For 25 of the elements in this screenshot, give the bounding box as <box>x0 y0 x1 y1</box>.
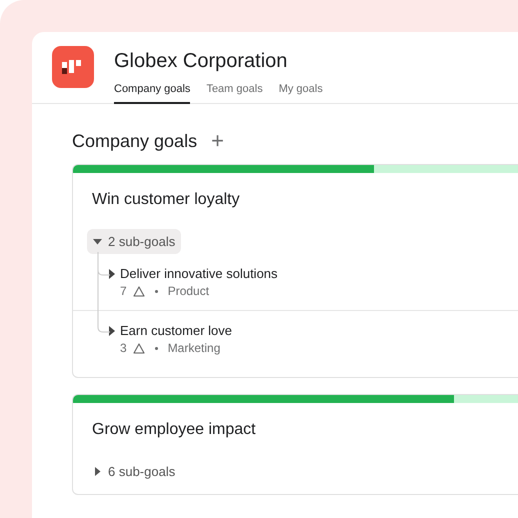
organization-name: Globex Corporation <box>114 50 288 73</box>
goal-title: Win customer loyalty <box>92 191 241 209</box>
tab[interactable]: Company goals <box>114 83 190 104</box>
section-title: Company goals <box>72 130 198 152</box>
subgoal-title[interactable]: Earn customer love <box>120 323 232 338</box>
tab[interactable]: My goals <box>278 83 323 104</box>
count: 7 <box>120 284 127 298</box>
caret-icon <box>93 237 102 246</box>
subgoal-title[interactable]: Deliver innovative solutions <box>120 266 278 281</box>
triangle-icon <box>132 286 145 296</box>
team-name: Product <box>168 284 210 298</box>
add-button[interactable]: + <box>211 130 224 152</box>
tab[interactable]: Team goals <box>206 83 263 104</box>
logo-icon <box>52 46 94 88</box>
subgoals-toggle[interactable]: 2 sub-goals <box>87 229 182 254</box>
bullet-icon <box>154 346 158 350</box>
count: 3 <box>120 341 127 355</box>
caret-icon <box>109 268 116 278</box>
team-name: Marketing <box>168 341 220 355</box>
bullet-icon <box>154 290 158 292</box>
caret-icon <box>93 467 102 476</box>
triangle-icon <box>132 342 145 354</box>
caret-icon <box>109 326 116 336</box>
subgoals-toggle[interactable]: 6 sub-goals <box>87 459 182 484</box>
goal-title: Grow employee impact <box>92 421 257 439</box>
